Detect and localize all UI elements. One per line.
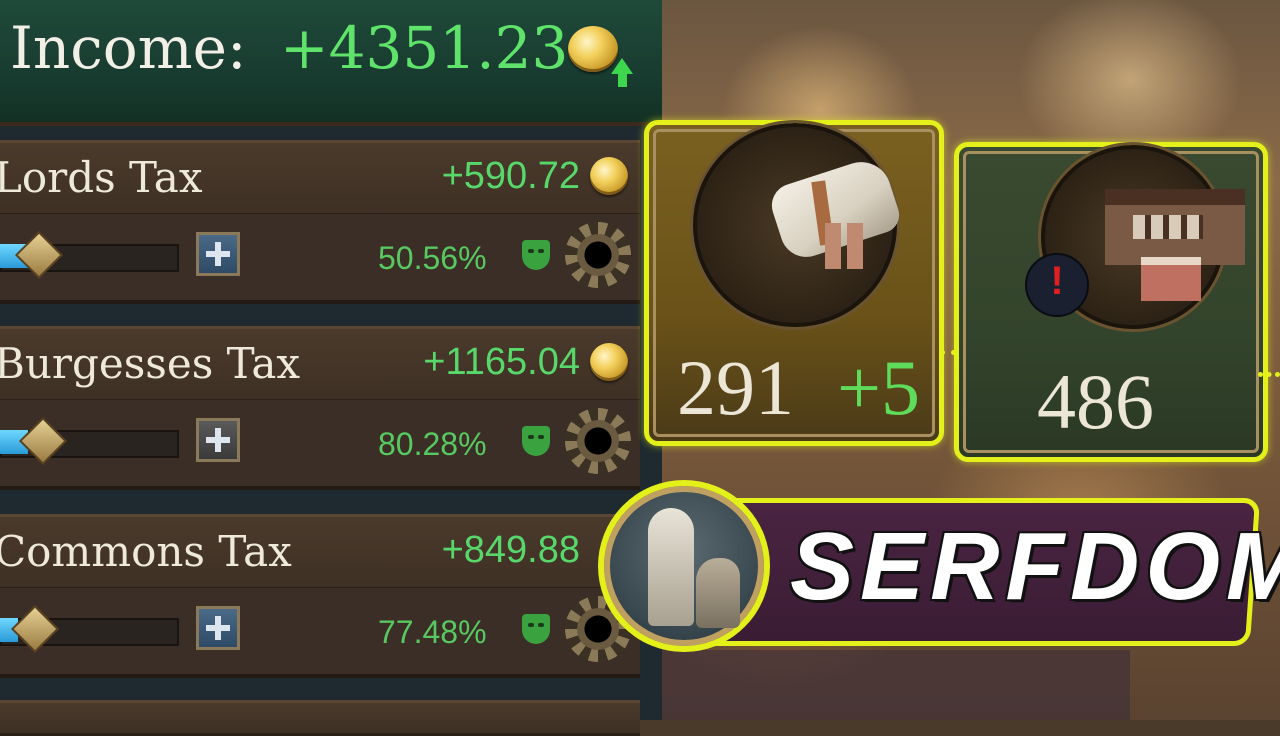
green-mask-icon — [522, 240, 550, 270]
paper-resource-card[interactable]: 291 +5 — [644, 120, 944, 446]
tax-title-bar: Lords Tax +590.72 — [0, 140, 640, 216]
paper-amount: 291 — [677, 344, 794, 431]
income-label: Income: — [10, 14, 247, 82]
tax-value: +1165.04 — [423, 341, 580, 383]
increase-tax-button[interactable] — [196, 418, 240, 462]
tax-value: +590.72 — [441, 155, 580, 197]
market-resource-card[interactable]: ! 486 — [954, 142, 1268, 462]
pause-icon — [825, 223, 841, 269]
alert-mark: ! — [1050, 259, 1064, 303]
market-stall-icon — [1141, 257, 1201, 301]
green-mask-icon — [522, 614, 550, 644]
market-buildings-icon — [1105, 189, 1245, 265]
paper-icon-circle — [693, 123, 904, 327]
gear-icon[interactable] — [565, 408, 631, 474]
tax-controls: 77.48% — [0, 588, 640, 678]
income-value: +4351.23 — [280, 14, 569, 82]
alert-icon: ! — [1025, 253, 1089, 317]
gold-coin-icon — [590, 343, 628, 381]
gear-icon[interactable] — [565, 222, 631, 288]
tax-controls: 80.28% — [0, 400, 640, 490]
background-panel — [660, 650, 1130, 720]
lord-figure-icon — [648, 508, 694, 626]
tax-panel: Income: +4351.23 Lords Tax +590.72 50.56… — [0, 0, 662, 736]
increase-tax-button[interactable] — [196, 232, 240, 276]
tax-title-bar: Commons Tax +849.88 — [0, 514, 640, 590]
connector-line — [940, 350, 956, 355]
tax-percent: 80.28% — [378, 426, 487, 462]
green-mask-icon — [522, 426, 550, 456]
up-arrow-stem — [618, 73, 627, 87]
tax-name: Commons Tax — [0, 527, 292, 576]
pause-icon — [847, 223, 863, 269]
tax-row-partial — [0, 700, 640, 736]
market-amount: 486 — [1037, 358, 1154, 445]
tax-name: Lords Tax — [0, 153, 203, 202]
tax-controls: 50.56% — [0, 214, 640, 304]
tax-row-lords: Lords Tax +590.72 50.56% — [0, 140, 650, 320]
up-arrow-icon — [611, 58, 633, 74]
tax-percent: 77.48% — [378, 614, 487, 650]
serfdom-title: SERFDOM — [790, 513, 1280, 620]
tax-name: Burgesses Tax — [0, 339, 301, 388]
connector-line — [1258, 372, 1280, 377]
tax-row-burgesses: Burgesses Tax +1165.04 80.28% — [0, 326, 650, 506]
kneeling-serf-icon — [696, 558, 740, 628]
tax-row-commons: Commons Tax +849.88 77.48% — [0, 514, 650, 694]
tax-title-bar: Burgesses Tax +1165.04 — [0, 326, 640, 402]
tax-value: +849.88 — [441, 529, 580, 571]
tax-percent: 50.56% — [378, 240, 487, 276]
gold-coin-icon — [590, 157, 628, 195]
paper-bonus: +5 — [837, 344, 920, 431]
increase-tax-button[interactable] — [196, 606, 240, 650]
income-header: Income: +4351.23 — [0, 0, 662, 126]
